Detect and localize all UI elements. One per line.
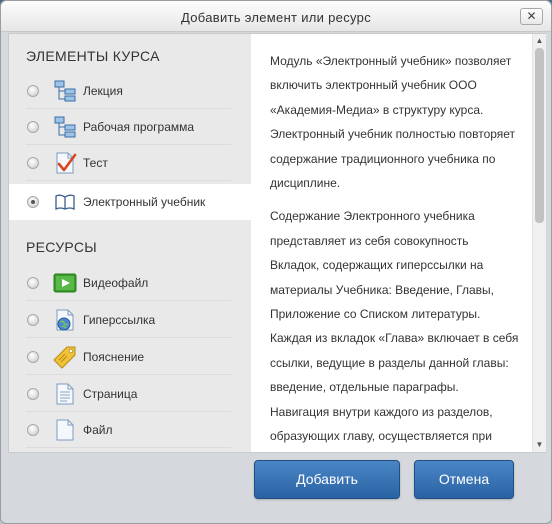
book-icon xyxy=(55,194,75,211)
close-button[interactable]: ✕ xyxy=(520,8,543,25)
page-icon xyxy=(56,383,74,404)
option-lecture[interactable]: Лекция xyxy=(26,73,231,109)
add-button[interactable]: Добавить xyxy=(254,460,400,499)
option-ebook[interactable]: Электронный учебник xyxy=(9,184,251,220)
option-label: Пояснение xyxy=(83,349,145,364)
option-label: Видеофайл xyxy=(83,275,149,290)
option-label: Рабочая программа xyxy=(83,119,195,134)
option-quiz[interactable]: Тест xyxy=(26,145,231,181)
option-label: Лекция xyxy=(83,83,123,98)
option-label: Электронный учебник xyxy=(83,195,206,209)
radio-button[interactable] xyxy=(27,84,39,97)
file-icon xyxy=(56,419,74,440)
dialog-title: Добавить элемент или ресурс xyxy=(180,10,371,25)
option-file[interactable]: Файл xyxy=(26,412,231,448)
radio-button[interactable] xyxy=(27,156,39,169)
radio-button[interactable] xyxy=(27,276,39,289)
scroll-up-arrow-icon[interactable]: ▲ xyxy=(533,34,546,48)
option-video[interactable]: Видеофайл xyxy=(26,265,231,301)
section-title-resources: РЕСУРСЫ xyxy=(26,239,97,255)
dialog-titlebar: Добавить элемент или ресурс ✕ xyxy=(1,1,551,32)
option-label: Тест xyxy=(83,155,108,170)
lecture-icon xyxy=(54,80,76,101)
description-paragraph-1: Модуль «Электронный учебник» позволяет в… xyxy=(270,54,516,191)
quiz-icon xyxy=(56,152,77,173)
description-scrollbar[interactable]: ▲ ▼ xyxy=(532,34,546,452)
description-panel: Модуль «Электронный учебник» позволяет в… xyxy=(251,34,531,452)
radio-button[interactable] xyxy=(27,423,39,436)
hyperlink-icon xyxy=(56,309,74,330)
option-work-program[interactable]: Рабочая программа xyxy=(26,109,231,145)
option-hyperlink[interactable]: Гиперссылка xyxy=(26,302,231,338)
scroll-down-arrow-icon[interactable]: ▼ xyxy=(533,438,546,452)
work-program-icon xyxy=(54,116,76,137)
radio-button-selected[interactable] xyxy=(27,196,39,208)
label-tag-icon xyxy=(53,346,76,369)
radio-button[interactable] xyxy=(27,387,39,400)
add-activity-dialog: Добавить элемент или ресурс ✕ ЭЛЕМЕНТЫ К… xyxy=(0,0,552,524)
option-label: Страница xyxy=(83,386,138,401)
dialog-footer: Добавить Отмена xyxy=(1,454,551,523)
radio-button[interactable] xyxy=(27,313,39,326)
option-label: Файл xyxy=(83,422,113,437)
radio-button[interactable] xyxy=(27,350,39,363)
option-label-resource[interactable]: Пояснение xyxy=(26,339,231,375)
radio-button[interactable] xyxy=(27,120,39,133)
video-icon xyxy=(53,273,77,292)
options-list: ЭЛЕМЕНТЫ КУРСА Лекция Рабочая программа … xyxy=(9,34,251,452)
option-label: Гиперссылка xyxy=(83,312,156,327)
section-title-course-elements: ЭЛЕМЕНТЫ КУРСА xyxy=(26,48,160,64)
scrollbar-thumb[interactable] xyxy=(535,48,544,223)
dialog-body: ЭЛЕМЕНТЫ КУРСА Лекция Рабочая программа … xyxy=(8,33,546,453)
description-paragraph-2: Содержание Электронного учебника предста… xyxy=(270,209,519,444)
cancel-button[interactable]: Отмена xyxy=(414,460,514,499)
option-page[interactable]: Страница xyxy=(26,376,231,412)
